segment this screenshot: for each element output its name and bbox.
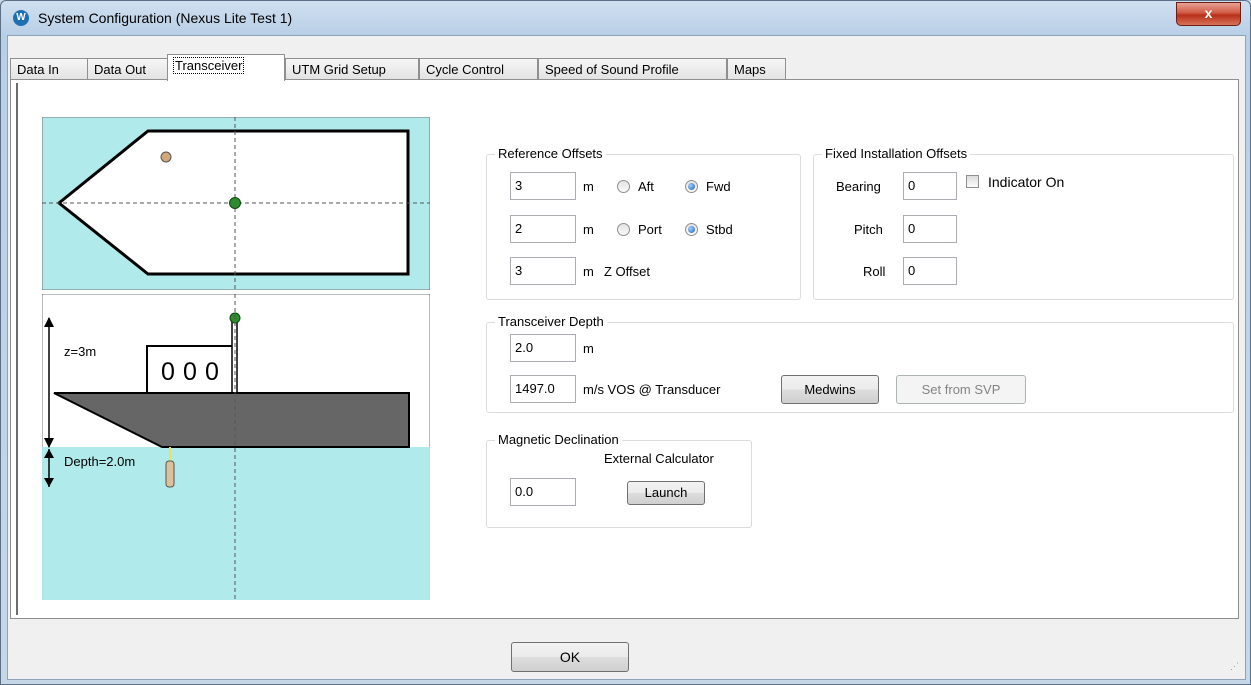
aft-radio-label: Aft [638,179,654,194]
reference-offsets-group: Reference Offsets 3 m Aft Fwd 2 m Port S… [486,146,801,300]
top-view-diagram [42,117,430,290]
title-bar[interactable]: W System Configuration (Nexus Lite Test … [1,1,1250,35]
close-icon: x [1204,5,1213,21]
indicator-on-label: Indicator On [988,174,1065,190]
medwins-button[interactable]: Medwins [781,375,879,404]
app-icon: W [13,10,29,26]
tab-utm-grid-setup[interactable]: UTM Grid Setup [285,58,419,80]
transceiver-depth-input[interactable]: 2.0 [510,334,576,362]
magnetic-declination-input[interactable]: 0.0 [510,478,576,506]
reference-offsets-title: Reference Offsets [495,146,606,161]
z-offset-unit: m [583,264,594,279]
stbd-radio[interactable] [685,223,698,236]
side-view-diagram: 0 0 0 z=3m Depth=2.0m [42,294,430,600]
aft-radio[interactable] [617,180,630,193]
tab-cycle-control[interactable]: Cycle Control [419,58,538,80]
z-offset-label: z=3m [64,344,96,359]
fwd-aft-unit: m [583,179,594,194]
indicator-on-checkbox[interactable] [966,175,979,188]
port-radio[interactable] [617,223,630,236]
stbd-radio-label: Stbd [706,222,733,237]
launch-calculator-button[interactable]: Launch [627,481,705,505]
vos-input[interactable]: 1497.0 [510,375,576,403]
external-calculator-label: External Calculator [604,451,714,466]
tab-maps[interactable]: Maps [727,58,786,80]
port-stbd-offset-input[interactable]: 2 [510,215,576,243]
vos-label: m/s VOS @ Transducer [583,382,721,397]
transceiver-depth-group: Transceiver Depth 2.0 m 1497.0 m/s VOS @… [486,314,1234,413]
tab-transceiver-label: Transceiver [172,57,245,74]
set-from-svp-button[interactable]: Set from SVP [896,375,1026,404]
pitch-input[interactable]: 0 [903,215,957,243]
bearing-label: Bearing [836,179,881,194]
transceiver-tab-panel: 0 0 0 z=3m Depth=2.0m Reference Offsets … [10,79,1239,619]
depth-label: Depth=2.0m [64,454,135,469]
fwd-radio[interactable] [685,180,698,193]
window-title: System Configuration (Nexus Lite Test 1) [38,10,293,26]
fwd-radio-label: Fwd [706,179,731,194]
resize-grip-icon[interactable]: ⋰ [1230,662,1242,676]
transducer-icon [165,460,175,488]
tab-data-out[interactable]: Data Out [87,58,168,80]
pitch-label: Pitch [854,222,883,237]
side-view-water [42,447,430,600]
roll-input[interactable]: 0 [903,257,957,285]
fixed-installation-offsets-group: Fixed Installation Offsets Bearing 0 Ind… [813,146,1234,300]
roll-label: Roll [863,264,886,279]
magnetic-declination-group: Magnetic Declination External Calculator… [486,432,752,528]
mast-point-marker [160,151,172,163]
cabin-window-2: 0 [183,358,197,386]
panel-inner: 0 0 0 z=3m Depth=2.0m Reference Offsets … [16,83,1235,615]
fwd-aft-offset-input[interactable]: 3 [510,172,576,200]
cabin-window-1: 0 [161,358,175,386]
port-radio-label: Port [638,222,662,237]
close-button[interactable]: x [1176,2,1241,26]
cabin-window-3: 0 [205,358,219,386]
z-offset-input[interactable]: 3 [510,257,576,285]
port-stbd-unit: m [583,222,594,237]
tab-transceiver[interactable]: Transceiver [167,54,285,81]
tab-speed-of-sound-profile[interactable]: Speed of Sound Profile [538,58,727,80]
bearing-input[interactable]: 0 [903,172,957,200]
reference-point-marker [229,197,241,209]
fixed-installation-offsets-title: Fixed Installation Offsets [822,146,971,161]
dialog-window: W System Configuration (Nexus Lite Test … [0,0,1251,685]
magnetic-declination-title: Magnetic Declination [495,432,622,447]
dialog-client-area: Data In Data Out Transceiver UTM Grid Se… [7,35,1246,680]
z-offset-label: Z Offset [604,264,650,279]
transceiver-depth-title: Transceiver Depth [495,314,607,329]
tab-data-in[interactable]: Data In [10,58,88,80]
transceiver-depth-unit: m [583,341,594,356]
ok-button[interactable]: OK [511,642,629,672]
